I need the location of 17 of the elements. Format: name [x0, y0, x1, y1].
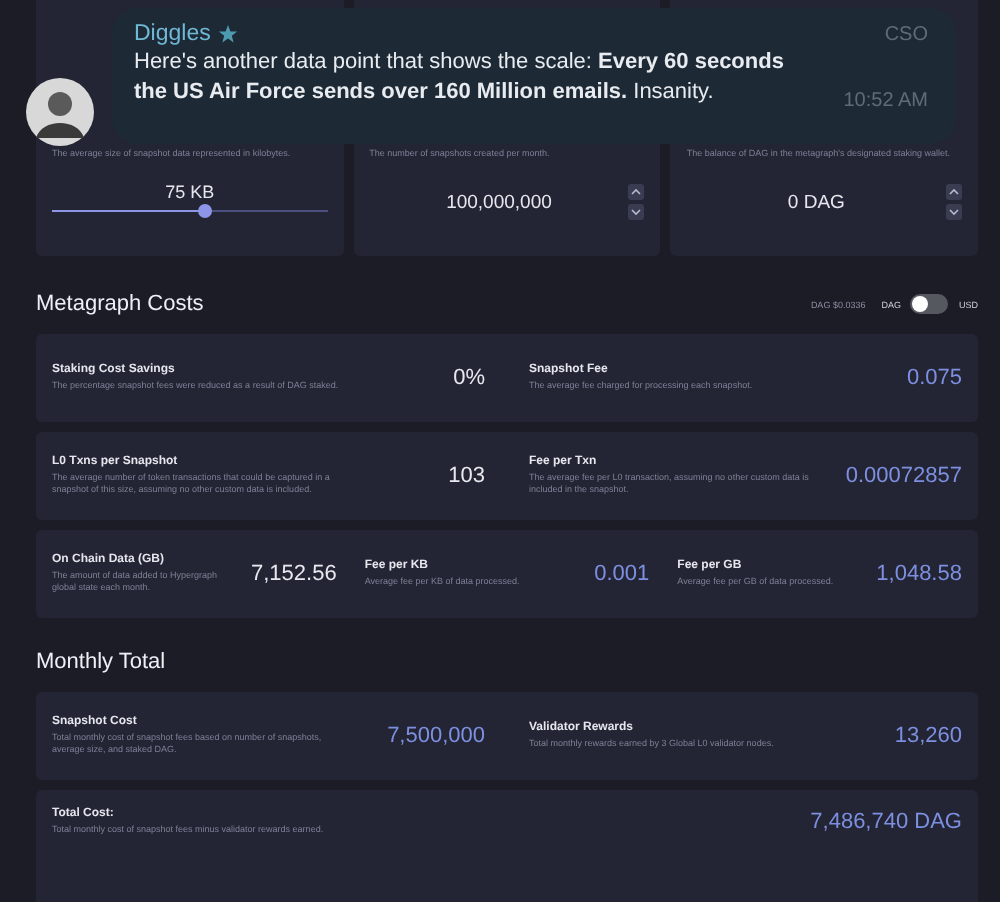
- metric-value: 1,048.58: [876, 562, 962, 586]
- metric-value: 0.00072857: [845, 464, 962, 488]
- metric-value: 0.075: [906, 366, 962, 390]
- slider-value: 75 KB: [165, 182, 215, 202]
- message-text: Here's another data point that shows the scale: Every 60 seconds the US Air Force sends over 160 Million emails. Insanity.: [134, 48, 786, 108]
- metric-value: 7,486,740 DAG: [810, 810, 962, 834]
- metric-value: 7,152.56: [251, 562, 337, 586]
- metric-value: 103: [448, 464, 485, 488]
- section-title: Monthly Total: [36, 650, 166, 674]
- metric-value: 13,260: [894, 724, 962, 748]
- metric-value: 0%: [453, 366, 485, 390]
- sender-name: Diggles: [134, 22, 211, 46]
- metric-value: 7,500,000: [387, 724, 485, 748]
- metric-value: 0.001: [594, 562, 650, 586]
- message-time: 10:52 AM: [843, 90, 928, 112]
- sender-role: CSO: [884, 23, 928, 45]
- section-title: Metagraph Costs: [36, 292, 204, 316]
